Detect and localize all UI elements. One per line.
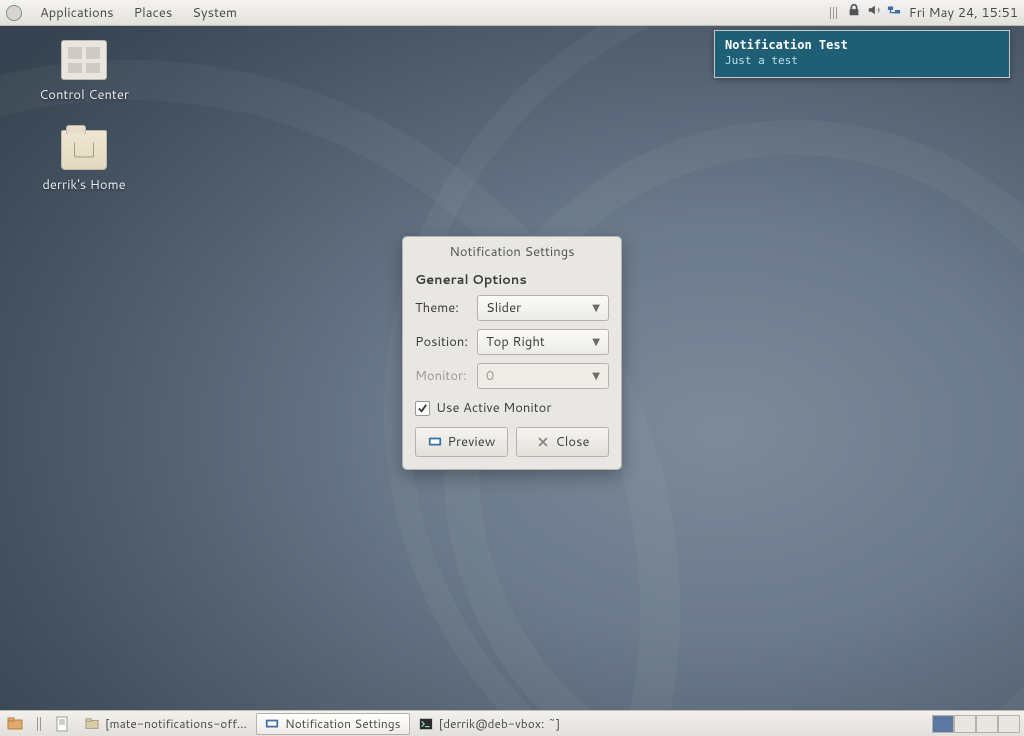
chevron-down-icon: ▼	[592, 301, 600, 315]
notification-body: Just a test	[725, 54, 999, 67]
preview-icon	[428, 435, 442, 449]
workspace-2[interactable]	[954, 715, 976, 733]
notification-settings-dialog: Notification Settings General Options Th…	[402, 236, 622, 470]
theme-value: Slider	[486, 299, 521, 317]
close-icon	[536, 435, 550, 449]
workspace-1[interactable]	[932, 715, 954, 733]
theme-combobox[interactable]: Slider ▼	[477, 295, 609, 321]
use-active-monitor-checkbox[interactable]	[415, 401, 430, 416]
monitor-combobox: 0 ▼	[477, 363, 609, 389]
close-button-label: Close	[556, 433, 590, 451]
lock-icon[interactable]	[847, 3, 861, 22]
control-center-icon	[61, 40, 107, 80]
chevron-down-icon: ▼	[592, 335, 600, 349]
preview-button-label: Preview	[448, 433, 496, 451]
theme-label: Theme:	[415, 299, 477, 317]
bottom-panel: [mate-notifications-off… Notification Se…	[0, 710, 1024, 736]
desktop-icon-home[interactable]: derrik's Home	[24, 130, 144, 194]
menu-system[interactable]: System	[182, 4, 247, 22]
desktop-icon-label: Control Center	[24, 86, 144, 104]
dialog-title: Notification Settings	[403, 237, 621, 267]
task-label: [mate-notifications-off…	[105, 715, 247, 732]
use-active-monitor-label: Use Active Monitor	[436, 399, 551, 417]
monitor-value: 0	[486, 367, 494, 385]
position-combobox[interactable]: Top Right ▼	[477, 329, 609, 355]
menu-places[interactable]: Places	[124, 4, 183, 22]
task-label: [derrik@deb-vbox: ~]	[439, 715, 561, 732]
chevron-down-icon: ▼	[592, 369, 600, 383]
tray-separator-icon	[830, 7, 837, 19]
preview-button[interactable]: Preview	[415, 427, 508, 457]
close-button[interactable]: Close	[516, 427, 609, 457]
workspace-switcher[interactable]	[932, 715, 1020, 733]
workspace-4[interactable]	[998, 715, 1020, 733]
task-terminal[interactable]: [derrik@deb-vbox: ~]	[410, 713, 570, 735]
workspace-3[interactable]	[976, 715, 998, 733]
volume-icon[interactable]	[867, 3, 881, 22]
notification-bubble[interactable]: Notification Test Just a test	[714, 30, 1010, 78]
launcher-text-editor[interactable]	[52, 713, 74, 735]
position-value: Top Right	[486, 333, 545, 351]
terminal-icon	[419, 717, 433, 731]
task-notification-settings[interactable]: Notification Settings	[256, 713, 410, 735]
file-manager-icon	[85, 717, 99, 731]
clock[interactable]: Fri May 24, 15:51	[909, 4, 1018, 22]
monitor-label: Monitor:	[415, 367, 477, 385]
dialog-icon	[265, 717, 279, 731]
desktop-icon-label: derrik's Home	[24, 176, 144, 194]
notification-title: Notification Test	[725, 38, 999, 52]
section-general-options: General Options	[415, 271, 609, 289]
task-mate-notifications[interactable]: [mate-notifications-off…	[76, 713, 256, 735]
distro-logo-icon[interactable]	[6, 5, 22, 21]
home-folder-icon	[61, 130, 107, 170]
launcher-show-desktop[interactable]	[4, 713, 26, 735]
position-label: Position:	[415, 333, 477, 351]
system-tray	[830, 3, 901, 22]
top-panel: Applications Places System Fri May 24, 1…	[0, 0, 1024, 26]
task-label: Notification Settings	[285, 715, 401, 732]
network-icon[interactable]	[887, 3, 901, 22]
menu-applications[interactable]: Applications	[30, 4, 124, 22]
launcher-separator-icon	[28, 713, 50, 735]
desktop-icon-control-center[interactable]: Control Center	[24, 40, 144, 104]
